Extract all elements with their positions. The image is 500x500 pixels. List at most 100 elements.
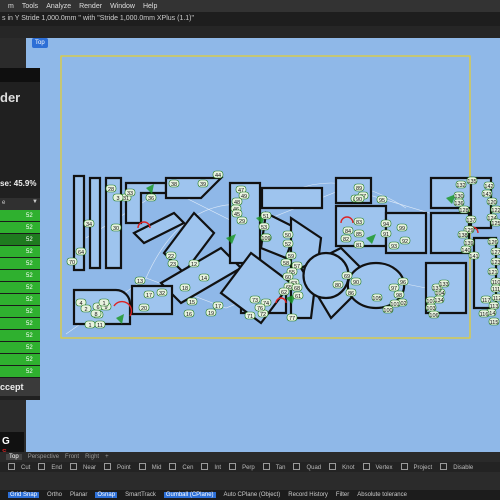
svg-text:15: 15 (189, 300, 195, 306)
status-auto-cplane-object[interactable]: Auto CPlane (Object) (224, 492, 281, 498)
svg-text:141: 141 (469, 254, 478, 260)
osnap-label: Tan (275, 464, 286, 471)
svg-text:34: 34 (86, 222, 92, 228)
part-number-label: 134 (433, 295, 445, 304)
result-row[interactable]: 52 (0, 330, 40, 342)
result-row[interactable]: 52 (0, 210, 40, 222)
svg-text:105: 105 (372, 296, 381, 302)
tab-right[interactable]: Right (85, 454, 99, 460)
result-list[interactable]: e ▼ 52 52 52 52 52 52 52 52 52 52 52 52 52 52 (0, 198, 40, 378)
svg-text:115: 115 (490, 320, 499, 326)
part-number-label: 122 (490, 205, 500, 214)
svg-text:90: 90 (353, 280, 359, 286)
osnap-perp[interactable]: Perp (225, 463, 255, 471)
accept-button[interactable]: ccept (0, 378, 40, 396)
osnap-label: Cen (182, 464, 194, 471)
result-list-header: e ▼ (0, 198, 40, 210)
viewport-label-tab[interactable]: Top (32, 38, 48, 48)
part-number-label: 14 (198, 273, 210, 282)
osnap-quad[interactable]: Quad (289, 463, 321, 471)
part-number-label: 100 (382, 305, 394, 314)
checkbox-icon (104, 463, 112, 471)
result-row[interactable]: 52 (0, 246, 40, 258)
osnap-disable[interactable]: Disable (436, 463, 474, 471)
osnap-project[interactable]: Project (397, 463, 432, 471)
menu-item-render[interactable]: Render (79, 3, 102, 10)
result-row[interactable]: 52 (0, 342, 40, 354)
menu-item-help[interactable]: Help (143, 3, 157, 10)
viewport-top[interactable]: 44 39 38 31 28 3 33 36 34 30 70 64 22 23 12 14 18 15 16 19 1… (26, 38, 500, 452)
result-row[interactable]: 52 (0, 270, 40, 282)
tab-top[interactable]: Top (6, 454, 22, 460)
svg-text:49: 49 (241, 194, 247, 200)
menu-item-analyze[interactable]: Analyze (46, 3, 71, 10)
osnap-cut[interactable]: Cut (4, 463, 31, 471)
svg-text:32: 32 (159, 291, 165, 297)
part-number-label: 12 (188, 259, 200, 268)
svg-text:71: 71 (247, 314, 253, 320)
command-prompt-bar[interactable] (0, 26, 500, 38)
svg-text:6: 6 (96, 305, 99, 311)
osnap-end[interactable]: End (34, 463, 62, 471)
osnap-label: Disable (453, 464, 474, 471)
menu-item-m[interactable]: m (8, 3, 14, 10)
svg-text:126: 126 (488, 240, 497, 246)
osnap-mid[interactable]: Mid (135, 463, 161, 471)
osnap-cen[interactable]: Cen (165, 463, 194, 471)
result-row[interactable]: 52 (0, 306, 40, 318)
part-number-label: 81 (353, 240, 365, 249)
status-record-history[interactable]: Record History (288, 492, 328, 498)
status-osnap[interactable]: Osnap (95, 492, 118, 498)
status-smarttrack[interactable]: SmartTrack (125, 492, 156, 498)
menu-item-window[interactable]: Window (110, 3, 135, 10)
result-row[interactable]: 52 (0, 282, 40, 294)
menu-item-tools[interactable]: Tools (22, 3, 38, 10)
part-number-label: 23 (167, 259, 179, 268)
svg-text:84: 84 (345, 229, 351, 235)
part-number-label: 52 (282, 239, 294, 248)
svg-text:81: 81 (356, 243, 362, 249)
result-row[interactable]: 52 (0, 366, 40, 378)
filter-icon[interactable]: ▼ (32, 199, 38, 205)
status-planar[interactable]: Planar (70, 492, 87, 498)
status-gumball-cplane[interactable]: Gumball (CPlane) (163, 492, 216, 498)
nesting-canvas[interactable]: 443938312833336343070642223 1214181516 191… (26, 38, 500, 452)
checkbox-icon (70, 463, 78, 471)
osnap-vertex[interactable]: Vertex (359, 463, 393, 471)
checkbox-icon (262, 463, 270, 471)
result-row[interactable]: 52 (0, 294, 40, 306)
status-filter[interactable]: Filter (336, 492, 349, 498)
osnap-label: Cut (21, 464, 31, 471)
add-viewport-button[interactable]: + (105, 454, 109, 460)
svg-text:83: 83 (356, 220, 362, 226)
part-number-label: 99 (396, 223, 408, 232)
checkbox-icon (440, 463, 448, 471)
svg-text:116: 116 (480, 312, 489, 318)
part-number-label: 92 (399, 236, 411, 245)
part-number-label: 106 (428, 310, 440, 319)
osnap-near[interactable]: Near (66, 463, 96, 471)
svg-text:106: 106 (429, 313, 438, 319)
status-grid-snap[interactable]: Grid Snap (8, 492, 40, 498)
part-number-label: 76 (254, 303, 266, 312)
result-row[interactable]: 52 (0, 258, 40, 270)
svg-text:93: 93 (391, 244, 397, 250)
svg-text:100: 100 (383, 308, 392, 314)
tab-front[interactable]: Front (65, 454, 79, 460)
result-row[interactable]: 52 (0, 222, 40, 234)
result-row[interactable]: 52 (0, 318, 40, 330)
tab-perspective[interactable]: Perspective (28, 454, 59, 460)
svg-text:142: 142 (484, 184, 493, 190)
result-row[interactable]: 52 (0, 234, 40, 246)
osnap-tan[interactable]: Tan (259, 463, 286, 471)
part-number-label: 130 (453, 191, 465, 200)
status-ortho[interactable]: Ortho (47, 492, 62, 498)
part-number-label: 69 (341, 271, 353, 280)
svg-text:44: 44 (215, 173, 221, 179)
status-absolute-tolerance[interactable]: Absolute tolerance (357, 492, 407, 498)
osnap-knot[interactable]: Knot (325, 463, 355, 471)
osnap-int[interactable]: Int (197, 463, 221, 471)
result-row[interactable]: 52 (0, 354, 40, 366)
svg-text:50: 50 (285, 233, 291, 239)
osnap-point[interactable]: Point (100, 463, 131, 471)
